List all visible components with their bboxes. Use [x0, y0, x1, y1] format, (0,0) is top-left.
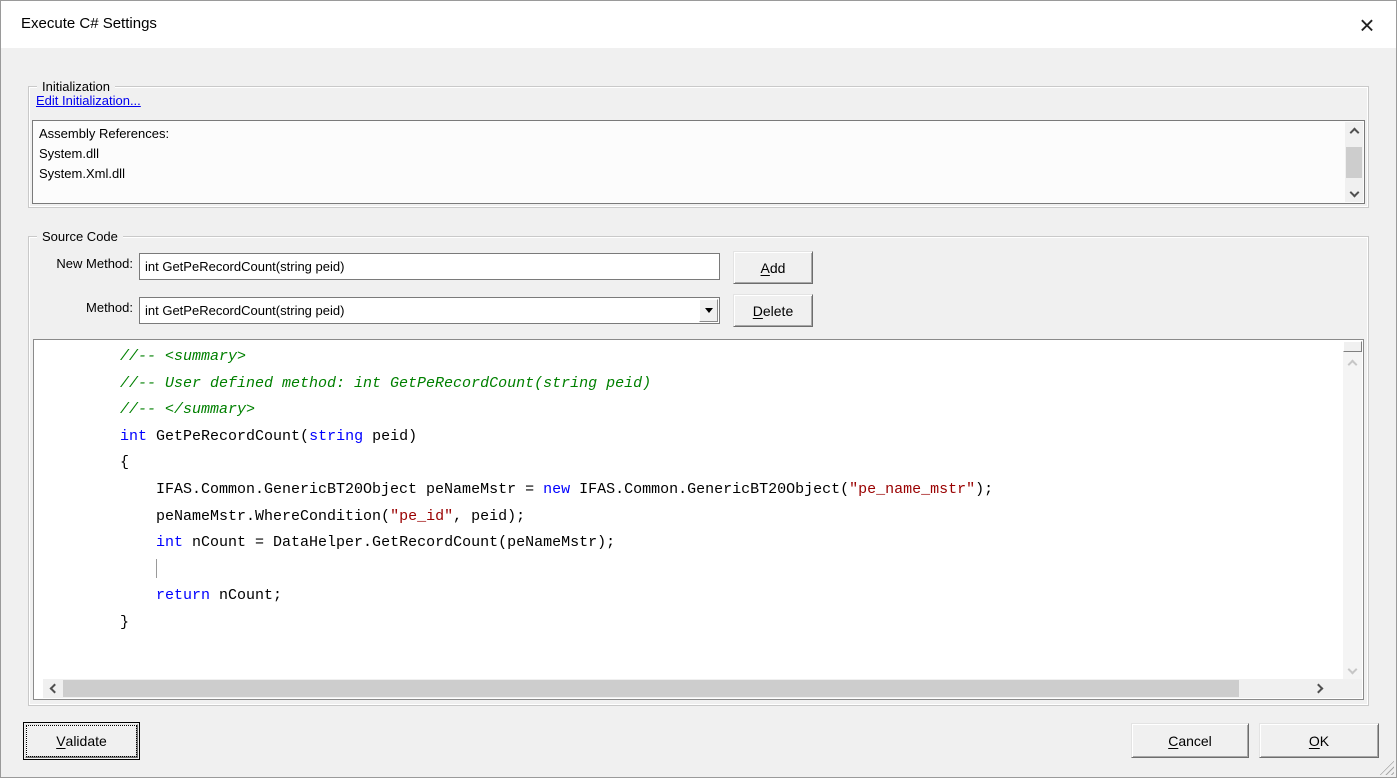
chevron-down-icon: [1348, 664, 1358, 674]
cancel-button[interactable]: Cancel: [1131, 723, 1249, 758]
method-label: Method:: [32, 300, 133, 315]
code-editor[interactable]: //-- <summary> //-- User defined method:…: [33, 339, 1364, 700]
delete-button[interactable]: Delete: [733, 294, 813, 327]
code-scroll-up-button[interactable]: [1343, 354, 1362, 371]
code-line: {: [84, 450, 1343, 477]
code-line: int nCount = DataHelper.GetRecordCount(p…: [84, 530, 1343, 557]
new-method-input[interactable]: [139, 253, 720, 280]
validate-button[interactable]: Validate: [25, 724, 138, 758]
new-method-label: New Method:: [32, 256, 133, 271]
text-caret: [156, 559, 157, 578]
assembly-references-box[interactable]: Assembly References:System.dllSystem.Xml…: [32, 120, 1365, 204]
method-combobox-value: int GetPeRecordCount(string peid): [145, 303, 695, 318]
code-vertical-scrollbar[interactable]: [1343, 341, 1362, 679]
window-title: Execute C# Settings: [21, 15, 157, 32]
dropdown-arrow-icon: [705, 308, 713, 313]
method-dropdown-button[interactable]: [699, 299, 718, 322]
editor-left-margin: [35, 679, 43, 698]
source-code-group: Source Code New Method: Add Method: int …: [28, 236, 1369, 706]
code-editor-content[interactable]: //-- <summary> //-- User defined method:…: [34, 340, 1343, 679]
method-combobox[interactable]: int GetPeRecordCount(string peid): [139, 297, 720, 324]
assembly-vertical-scrollbar[interactable]: [1345, 122, 1363, 202]
chevron-up-icon: [1349, 128, 1359, 138]
assembly-line: Assembly References:: [39, 124, 1340, 144]
code-line: peNameMstr.WhereCondition("pe_id", peid)…: [84, 504, 1343, 531]
scrollbar-thumb[interactable]: [1346, 147, 1362, 178]
resize-grip[interactable]: [1379, 760, 1394, 775]
assembly-line: System.Xml.dll: [39, 164, 1340, 184]
assembly-line: System.dll: [39, 144, 1340, 164]
add-button[interactable]: Add: [733, 251, 813, 284]
code-line: [84, 557, 1343, 584]
dialog-body: Initialization Edit Initialization... As…: [1, 48, 1396, 777]
horizontal-scrollbar-thumb[interactable]: [63, 680, 1239, 697]
scrollbar-corner: [1343, 679, 1362, 698]
edit-initialization-link[interactable]: Edit Initialization...: [36, 93, 141, 108]
code-line: IFAS.Common.GenericBT20Object peNameMstr…: [84, 477, 1343, 504]
source-code-group-label: Source Code: [37, 229, 123, 245]
dialog-window: Execute C# Settings × Initialization Edi…: [0, 0, 1397, 778]
chevron-right-icon: [1313, 684, 1323, 694]
code-line: return nCount;: [84, 583, 1343, 610]
code-scroll-left-button[interactable]: [43, 679, 62, 698]
validate-button-default-ring: Validate: [23, 722, 140, 760]
close-icon: ×: [1359, 12, 1374, 38]
assembly-references-text: Assembly References:System.dllSystem.Xml…: [39, 124, 1340, 201]
code-horizontal-scrollbar[interactable]: [35, 679, 1343, 698]
ok-button[interactable]: OK: [1259, 723, 1379, 758]
code-line: int GetPeRecordCount(string peid): [84, 424, 1343, 451]
editor-split-handle[interactable]: [1343, 341, 1362, 352]
close-button[interactable]: ×: [1350, 9, 1384, 41]
title-bar: Execute C# Settings ×: [1, 1, 1396, 48]
initialization-group: Initialization Edit Initialization... As…: [28, 86, 1369, 208]
chevron-up-icon: [1348, 360, 1358, 370]
code-scroll-down-button[interactable]: [1343, 662, 1362, 679]
chevron-down-icon: [1349, 187, 1359, 197]
chevron-left-icon: [49, 684, 59, 694]
code-line: //-- </summary>: [84, 397, 1343, 424]
code-line: //-- User defined method: int GetPeRecor…: [84, 371, 1343, 398]
scroll-up-button[interactable]: [1345, 122, 1363, 139]
scroll-down-button[interactable]: [1345, 185, 1363, 202]
code-scroll-right-button[interactable]: [1310, 679, 1329, 698]
code-line: }: [84, 610, 1343, 637]
code-line: //-- <summary>: [84, 344, 1343, 371]
